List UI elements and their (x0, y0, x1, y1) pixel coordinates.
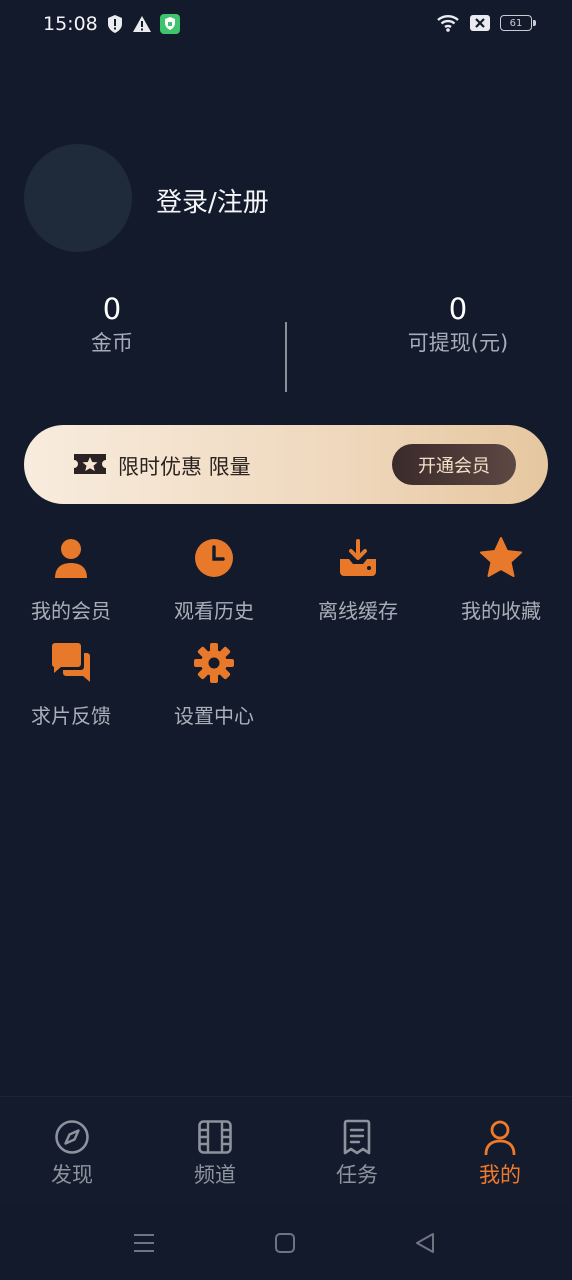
stats-divider (285, 322, 287, 392)
film-icon (198, 1120, 232, 1154)
menu-item-my-vip[interactable]: 我的会员 (6, 535, 136, 624)
download-icon (340, 539, 376, 576)
menu-item-label: 设置中心 (174, 704, 254, 728)
menu-item-label: 求片反馈 (31, 704, 111, 728)
clock-icon (195, 539, 233, 577)
open-vip-button[interactable]: 开通会员 (392, 444, 516, 485)
coins-value: 0 (102, 292, 122, 326)
promo-text: 限时优惠 限量 (118, 455, 251, 479)
home-nav-icon[interactable] (275, 1233, 295, 1253)
menu-nav-icon[interactable] (133, 1233, 155, 1253)
warning-icon (133, 16, 151, 32)
tab-mine[interactable]: 我的 (450, 1119, 550, 1189)
chat-icon (51, 643, 90, 682)
compass-icon (55, 1120, 89, 1154)
status-bar: 15:08 61 (0, 0, 572, 52)
coins-label: 金币 (91, 331, 133, 355)
vpn-shield-icon (160, 14, 180, 34)
menu-item-settings[interactable]: 设置中心 (149, 640, 279, 729)
menu-item-label: 观看历史 (174, 599, 254, 623)
ticket-star-icon (74, 454, 106, 474)
system-nav-bar (0, 1206, 572, 1280)
tab-tasks[interactable]: 任务 (307, 1119, 407, 1189)
withdraw-label: 可提现(元) (407, 331, 509, 355)
tab-label: 任务 (336, 1163, 378, 1187)
status-icons-left (106, 14, 180, 34)
user-icon (484, 1120, 516, 1155)
menu-item-label: 我的收藏 (461, 599, 541, 623)
no-sim-icon (470, 15, 490, 31)
menu-item-offline-cache[interactable]: 离线缓存 (293, 535, 423, 624)
tab-discover[interactable]: 发现 (22, 1119, 122, 1189)
task-icon (343, 1119, 371, 1155)
tab-label: 频道 (194, 1163, 236, 1187)
tab-label: 我的 (479, 1163, 521, 1187)
tab-channels[interactable]: 频道 (165, 1119, 265, 1189)
menu-item-history[interactable]: 观看历史 (149, 535, 279, 624)
status-time: 15:08 (43, 13, 98, 35)
coins-stat[interactable]: 0 金币 (12, 290, 212, 358)
avatar[interactable] (24, 144, 132, 252)
battery-icon: 61 (500, 15, 536, 31)
login-register-link[interactable]: 登录/注册 (156, 182, 269, 219)
menu-item-label: 离线缓存 (318, 599, 398, 623)
vip-promo-banner[interactable]: 限时优惠 限量 开通会员 (24, 425, 548, 504)
star-icon (480, 537, 522, 577)
shield-alert-icon (108, 15, 122, 33)
stats-panel: 0 金币 0 可提现(元) (0, 290, 572, 400)
battery-level: 61 (509, 17, 523, 29)
menu-item-favorites[interactable]: 我的收藏 (436, 535, 566, 624)
withdraw-stat[interactable]: 0 可提现(元) (358, 290, 558, 358)
menu-item-label: 我的会员 (31, 599, 111, 623)
person-icon (55, 539, 87, 578)
wifi-icon (437, 15, 459, 32)
back-nav-icon[interactable] (415, 1233, 435, 1253)
bottom-tab-bar: 发现 频道 任务 我的 (0, 1096, 572, 1207)
gear-icon (194, 643, 234, 683)
withdraw-value: 0 (448, 292, 468, 326)
menu-item-feedback[interactable]: 求片反馈 (6, 640, 136, 729)
tab-label: 发现 (51, 1163, 93, 1187)
status-icons-right: 61 (436, 14, 536, 32)
